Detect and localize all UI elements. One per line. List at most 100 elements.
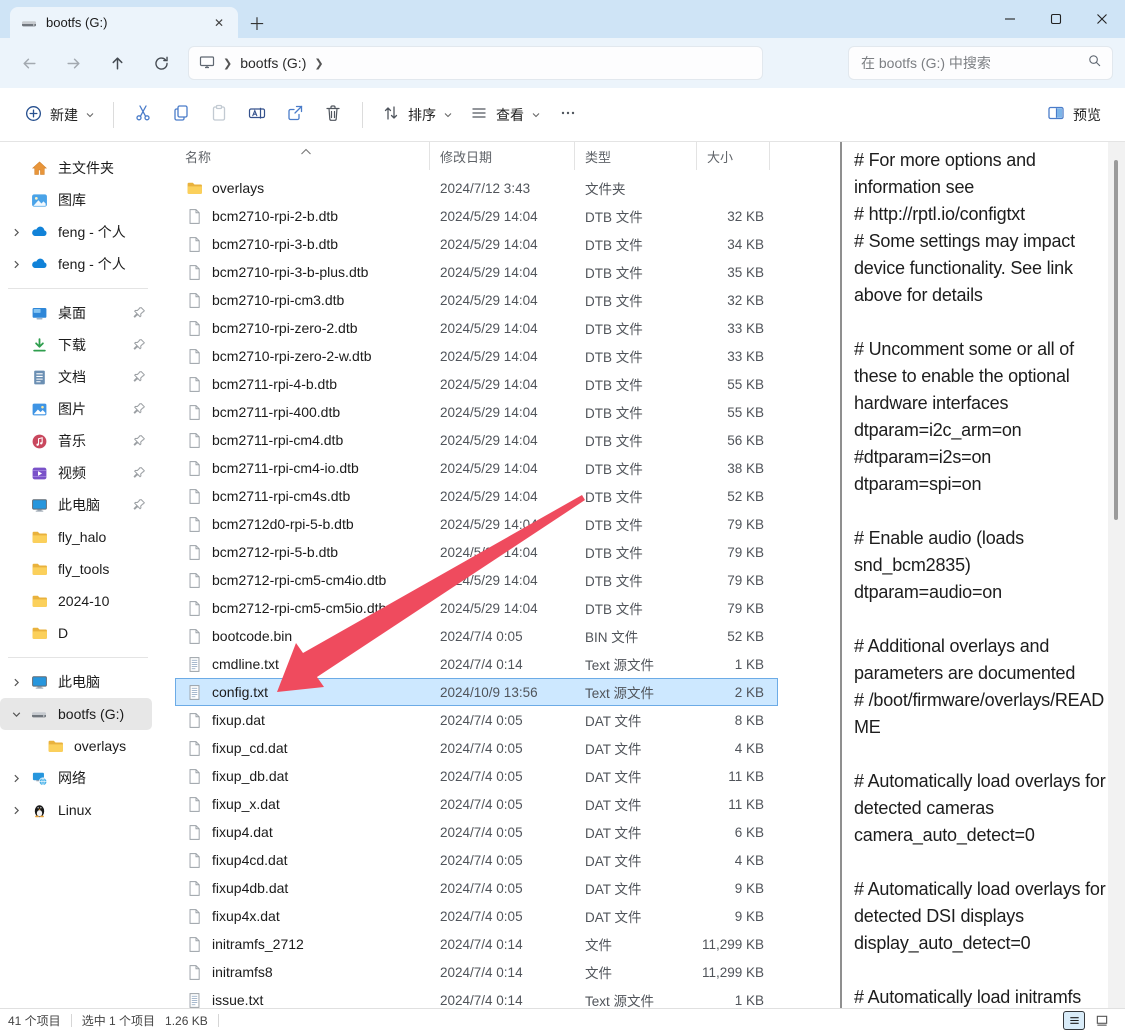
file-row-fixup4db.dat[interactable]: fixup4db.dat2024/7/4 0:05DAT 文件9 KB (175, 874, 778, 902)
size-cell: 11,299 KB (697, 965, 770, 980)
tab-close-icon[interactable]: ✕ (210, 14, 228, 32)
file-icon (186, 544, 203, 561)
preview-scrollbar-thumb[interactable] (1114, 160, 1118, 520)
file-row-bcm2710-rpi-cm3.dtb[interactable]: bcm2710-rpi-cm3.dtb2024/5/29 14:04DTB 文件… (175, 286, 778, 314)
sidebar-item-bootfs-g-[interactable]: bootfs (G:) (0, 698, 152, 730)
up-button[interactable] (100, 46, 134, 80)
chevron-right-icon[interactable] (8, 256, 24, 272)
file-row-bcm2711-rpi-400.dtb[interactable]: bcm2711-rpi-400.dtb2024/5/29 14:04DTB 文件… (175, 398, 778, 426)
breadcrumb-chevron-icon[interactable]: ❯ (314, 57, 323, 70)
sidebar-item-图库[interactable]: 图库 (0, 184, 152, 216)
file-row-fixup4.dat[interactable]: fixup4.dat2024/7/4 0:05DAT 文件6 KB (175, 818, 778, 846)
new-button[interactable]: 新建 (16, 98, 103, 132)
sidebar-item-d[interactable]: D (0, 617, 152, 649)
share-button[interactable] (276, 96, 314, 134)
file-row-bcm2712-rpi-cm5-cm5io.dtb[interactable]: bcm2712-rpi-cm5-cm5io.dtb2024/5/29 14:04… (175, 594, 778, 622)
new-tab-button[interactable]: ＋ (242, 7, 272, 37)
file-row-bcm2712-rpi-5-b.dtb[interactable]: bcm2712-rpi-5-b.dtb2024/5/29 14:04DTB 文件… (175, 538, 778, 566)
file-row-config.txt[interactable]: config.txt2024/10/9 13:56Text 源文件2 KB (175, 678, 778, 706)
chevron-right-icon[interactable] (8, 770, 24, 786)
breadcrumb-drive[interactable]: bootfs (G:) (240, 55, 306, 71)
file-row-bcm2710-rpi-3-b-plus.dtb[interactable]: bcm2710-rpi-3-b-plus.dtb2024/5/29 14:04D… (175, 258, 778, 286)
file-row-fixup_cd.dat[interactable]: fixup_cd.dat2024/7/4 0:05DAT 文件4 KB (175, 734, 778, 762)
file-name-cell: bcm2711-rpi-cm4-io.dtb (175, 460, 430, 477)
close-button[interactable] (1079, 0, 1125, 38)
sidebar-item-fly_halo[interactable]: fly_halo (0, 521, 152, 553)
column-header-type[interactable]: 类型 (575, 142, 697, 170)
sidebar-item-overlays[interactable]: overlays (0, 730, 152, 762)
view-button[interactable]: 查看 (461, 97, 549, 132)
minimize-button[interactable] (987, 0, 1033, 38)
file-row-bcm2710-rpi-3-b.dtb[interactable]: bcm2710-rpi-3-b.dtb2024/5/29 14:04DTB 文件… (175, 230, 778, 258)
linux-icon (30, 801, 48, 819)
type-cell: DAT 文件 (575, 794, 697, 814)
sidebar-item-label: 图库 (58, 190, 152, 210)
forward-button[interactable] (56, 46, 90, 80)
date-modified-cell: 2024/10/9 13:56 (430, 685, 575, 700)
sidebar-item-label: D (58, 625, 152, 641)
file-row-fixup4cd.dat[interactable]: fixup4cd.dat2024/7/4 0:05DAT 文件4 KB (175, 846, 778, 874)
chevron-spacer (8, 433, 24, 449)
chevron-down-icon[interactable] (8, 706, 24, 722)
sidebar-item-下载[interactable]: 下载 (0, 329, 152, 361)
file-row-initramfs8[interactable]: initramfs82024/7/4 0:14文件11,299 KB (175, 958, 778, 986)
sidebar-item-feng---个人[interactable]: feng - 个人 (0, 216, 152, 248)
sidebar-item-fly_tools[interactable]: fly_tools (0, 553, 152, 585)
file-row-bcm2711-rpi-cm4-io.dtb[interactable]: bcm2711-rpi-cm4-io.dtb2024/5/29 14:04DTB… (175, 454, 778, 482)
sidebar-item-桌面[interactable]: 桌面 (0, 297, 152, 329)
details-view-button[interactable] (1063, 1011, 1085, 1030)
sidebar-item-主文件夹[interactable]: 主文件夹 (0, 152, 152, 184)
file-row-initramfs_2712[interactable]: initramfs_27122024/7/4 0:14文件11,299 KB (175, 930, 778, 958)
sidebar-item-此电脑[interactable]: 此电脑 (0, 489, 152, 521)
file-icon (186, 236, 203, 253)
more-options-button[interactable] (549, 96, 587, 134)
file-row-overlays[interactable]: overlays2024/7/12 3:43文件夹 (175, 174, 778, 202)
sidebar-item-视频[interactable]: 视频 (0, 457, 152, 489)
chevron-right-icon[interactable] (8, 224, 24, 240)
date-modified-cell: 2024/5/29 14:04 (430, 573, 575, 588)
file-row-bcm2711-rpi-cm4.dtb[interactable]: bcm2711-rpi-cm4.dtb2024/5/29 14:04DTB 文件… (175, 426, 778, 454)
preview-toggle-button[interactable]: 预览 (1038, 97, 1109, 132)
sidebar-item-图片[interactable]: 图片 (0, 393, 152, 425)
copy-button[interactable] (162, 96, 200, 134)
sidebar-item-文档[interactable]: 文档 (0, 361, 152, 393)
sidebar-item-feng---个人[interactable]: feng - 个人 (0, 248, 152, 280)
large-icons-view-button[interactable] (1091, 1011, 1113, 1030)
sidebar-item-2024-10[interactable]: 2024-10 (0, 585, 152, 617)
file-row-bcm2711-rpi-cm4s.dtb[interactable]: bcm2711-rpi-cm4s.dtb2024/5/29 14:04DTB 文… (175, 482, 778, 510)
file-row-fixup4x.dat[interactable]: fixup4x.dat2024/7/4 0:05DAT 文件9 KB (175, 902, 778, 930)
file-row-fixup_x.dat[interactable]: fixup_x.dat2024/7/4 0:05DAT 文件11 KB (175, 790, 778, 818)
sidebar-item-音乐[interactable]: 音乐 (0, 425, 152, 457)
chevron-right-icon[interactable] (8, 802, 24, 818)
file-row-fixup_db.dat[interactable]: fixup_db.dat2024/7/4 0:05DAT 文件11 KB (175, 762, 778, 790)
refresh-button[interactable] (144, 46, 178, 80)
tab-bootfs[interactable]: bootfs (G:) ✕ (10, 7, 238, 38)
maximize-button[interactable] (1033, 0, 1079, 38)
file-row-bcm2710-rpi-zero-2-w.dtb[interactable]: bcm2710-rpi-zero-2-w.dtb2024/5/29 14:04D… (175, 342, 778, 370)
file-row-bcm2710-rpi-zero-2.dtb[interactable]: bcm2710-rpi-zero-2.dtb2024/5/29 14:04DTB… (175, 314, 778, 342)
file-row-bcm2712d0-rpi-5-b.dtb[interactable]: bcm2712d0-rpi-5-b.dtb2024/5/29 14:04DTB … (175, 510, 778, 538)
rename-button[interactable] (238, 96, 276, 134)
search-input[interactable] (859, 54, 1087, 72)
sort-button[interactable]: 排序 (373, 97, 461, 132)
file-row-cmdline.txt[interactable]: cmdline.txt2024/7/4 0:14Text 源文件1 KB (175, 650, 778, 678)
file-row-bcm2712-rpi-cm5-cm4io.dtb[interactable]: bcm2712-rpi-cm5-cm4io.dtb2024/5/29 14:04… (175, 566, 778, 594)
date-modified-cell: 2024/7/4 0:14 (430, 993, 575, 1008)
file-row-fixup.dat[interactable]: fixup.dat2024/7/4 0:05DAT 文件8 KB (175, 706, 778, 734)
paste-button[interactable] (200, 96, 238, 134)
file-row-bootcode.bin[interactable]: bootcode.bin2024/7/4 0:05BIN 文件52 KB (175, 622, 778, 650)
column-header-date-modified[interactable]: 修改日期 (430, 142, 575, 170)
sidebar-item-linux[interactable]: Linux (0, 794, 152, 826)
address-bar[interactable]: ❯ bootfs (G:) ❯ (188, 46, 763, 80)
preview-scrollbar[interactable] (1108, 142, 1125, 1008)
cut-button[interactable] (124, 96, 162, 134)
back-button[interactable] (12, 46, 46, 80)
delete-button[interactable] (314, 96, 352, 134)
file-row-bcm2710-rpi-2-b.dtb[interactable]: bcm2710-rpi-2-b.dtb2024/5/29 14:04DTB 文件… (175, 202, 778, 230)
sidebar-item-网络[interactable]: 网络 (0, 762, 152, 794)
sidebar-item-此电脑[interactable]: 此电脑 (0, 666, 152, 698)
column-header-size[interactable]: 大小 (697, 142, 770, 170)
file-row-bcm2711-rpi-4-b.dtb[interactable]: bcm2711-rpi-4-b.dtb2024/5/29 14:04DTB 文件… (175, 370, 778, 398)
size-cell: 56 KB (697, 433, 770, 448)
chevron-right-icon[interactable] (8, 674, 24, 690)
